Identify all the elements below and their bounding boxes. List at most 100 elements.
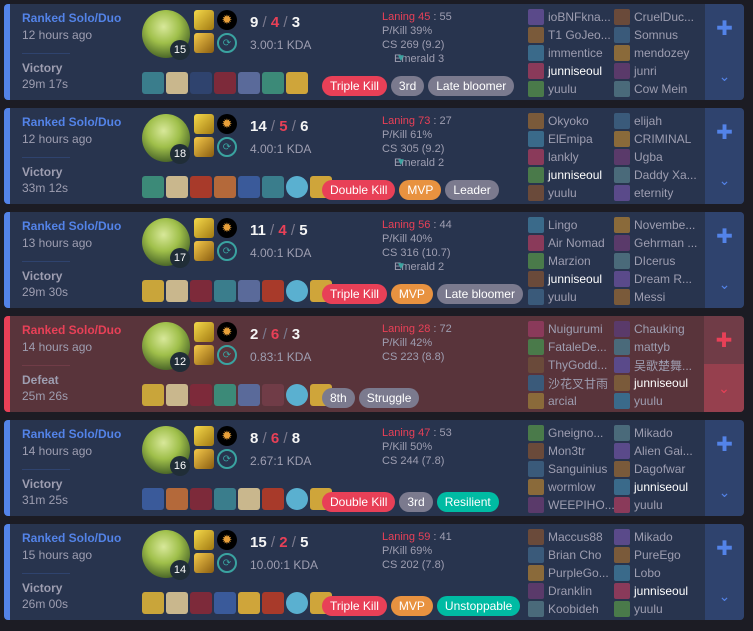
participant[interactable]: Cow Mein — [614, 80, 700, 98]
participant-name[interactable]: Lingo — [548, 218, 577, 232]
keystone-rune-icon[interactable]: ✹ — [217, 114, 237, 134]
participant[interactable]: T1 GoJeo... — [528, 26, 614, 44]
participant[interactable]: ElEmipa — [528, 130, 614, 148]
participant[interactable]: Lobo — [614, 564, 700, 582]
participant-name[interactable]: yuulu — [548, 82, 577, 96]
participant[interactable]: ThyGodd... — [528, 356, 614, 374]
item-icon[interactable] — [262, 72, 284, 94]
participant[interactable]: wormlow — [528, 478, 614, 496]
participant[interactable]: CruelDuc... — [614, 8, 700, 26]
participant[interactable]: Sanguinius — [528, 460, 614, 478]
participant-name[interactable]: Nuigurumi — [548, 322, 603, 336]
participant[interactable]: Air Nomad — [528, 234, 614, 252]
flash-icon[interactable] — [194, 10, 214, 30]
participant-name[interactable]: eternity — [634, 186, 673, 200]
participant-name[interactable]: FataleDe... — [548, 340, 607, 354]
summoner-spell-icon[interactable] — [194, 449, 214, 469]
item-icon[interactable] — [214, 176, 236, 198]
participant-name[interactable]: junniseoul — [634, 480, 688, 494]
participant-name[interactable]: immentice — [548, 46, 603, 60]
summoner-spell-icon[interactable] — [194, 345, 214, 365]
share-icon[interactable]: ✚ — [705, 420, 744, 468]
participant[interactable]: Ugba — [614, 148, 700, 166]
participant[interactable]: Nuigurumi — [528, 320, 614, 338]
keystone-rune-icon[interactable]: ✹ — [217, 322, 237, 342]
participant-name[interactable]: Marzion — [548, 254, 591, 268]
chevron-down-icon[interactable]: ⌄ — [705, 468, 744, 516]
secondary-rune-icon[interactable]: ⟳ — [217, 33, 237, 53]
participant[interactable]: yuulu — [614, 392, 700, 410]
trinket-icon[interactable] — [286, 176, 308, 198]
participant[interactable]: junniseoul — [528, 270, 614, 288]
match-card[interactable]: Ranked Solo/Duo 14 hours ago Defeat 25m 26s… — [4, 316, 744, 412]
participant-name[interactable]: junniseoul — [634, 376, 688, 390]
participant[interactable]: yuulu — [528, 184, 614, 202]
participant[interactable]: Dranklin — [528, 582, 614, 600]
participant-name[interactable]: ThyGodd... — [548, 358, 607, 372]
item-icon[interactable] — [190, 176, 212, 198]
participant-name[interactable]: CRIMINAL — [634, 132, 691, 146]
participant[interactable]: junniseoul — [528, 62, 614, 80]
participant-name[interactable]: lankly — [548, 150, 579, 164]
participant-name[interactable]: PureEgo — [634, 548, 681, 562]
participant[interactable]: elijah — [614, 112, 700, 130]
participant-name[interactable]: Messi — [634, 290, 665, 304]
trinket-icon[interactable] — [286, 384, 308, 406]
item-icon[interactable] — [238, 176, 260, 198]
share-icon[interactable]: ✚ — [704, 316, 744, 364]
item-icon[interactable] — [190, 280, 212, 302]
participant[interactable]: Okyoko — [528, 112, 614, 130]
summoner-spell-icon[interactable] — [194, 33, 214, 53]
participant[interactable]: Chauking — [614, 320, 700, 338]
participant-name[interactable]: T1 GoJeo... — [548, 28, 611, 42]
participant[interactable]: ioBNFkna... — [528, 8, 614, 26]
share-icon[interactable]: ✚ — [705, 212, 744, 260]
participant-name[interactable]: ElEmipa — [548, 132, 593, 146]
participant[interactable]: lankly — [528, 148, 614, 166]
item-icon[interactable] — [190, 488, 212, 510]
item-icon[interactable] — [262, 488, 284, 510]
item-icon[interactable] — [238, 592, 260, 614]
participant[interactable]: Somnus — [614, 26, 700, 44]
participant-name[interactable]: ioBNFkna... — [548, 10, 611, 24]
secondary-rune-icon[interactable]: ⟳ — [217, 449, 237, 469]
participant[interactable]: 吴歌楚舞... — [614, 356, 700, 374]
participant[interactable]: Brian Cho — [528, 546, 614, 564]
item-icon[interactable] — [214, 280, 236, 302]
flash-icon[interactable] — [194, 114, 214, 134]
participant-name[interactable]: Air Nomad — [548, 236, 605, 250]
participant[interactable]: Messi — [614, 288, 700, 306]
item-icon[interactable] — [190, 72, 212, 94]
keystone-rune-icon[interactable]: ✹ — [217, 10, 237, 30]
participant-name[interactable]: yuulu — [634, 498, 663, 512]
participant-name[interactable]: wormlow — [548, 480, 595, 494]
item-icon[interactable] — [238, 488, 260, 510]
participant[interactable]: 沙花叉甘雨 — [528, 374, 614, 392]
participant-name[interactable]: Koobideh — [548, 602, 599, 616]
item-icon[interactable] — [166, 384, 188, 406]
chevron-down-icon[interactable]: ⌄ — [705, 260, 744, 308]
participant[interactable]: Mon3tr — [528, 442, 614, 460]
participant[interactable]: PureEgo — [614, 546, 700, 564]
participant-name[interactable]: WEEPIHO... — [548, 498, 614, 512]
match-card[interactable]: Ranked Solo/Duo 15 hours ago Victory 26m 00… — [4, 524, 744, 620]
match-card[interactable]: Ranked Solo/Duo 12 hours ago Victory 33m 12… — [4, 108, 744, 204]
participant-name[interactable]: yuulu — [548, 186, 577, 200]
participant-name[interactable]: Daddy Xa... — [634, 168, 697, 182]
participant-name[interactable]: Sanguinius — [548, 462, 607, 476]
participant[interactable]: CRIMINAL — [614, 130, 700, 148]
match-card[interactable]: Ranked Solo/Duo 13 hours ago Victory 29m 30… — [4, 212, 744, 308]
participant[interactable]: PurpleGo... — [528, 564, 614, 582]
participant[interactable]: Lingo — [528, 216, 614, 234]
chevron-down-icon[interactable]: ⌄ — [705, 52, 744, 100]
item-icon[interactable] — [166, 72, 188, 94]
participant[interactable]: mattyb — [614, 338, 700, 356]
item-icon[interactable] — [238, 384, 260, 406]
summoner-spell-icon[interactable] — [194, 241, 214, 261]
participant-name[interactable]: Cow Mein — [634, 82, 687, 96]
chevron-down-icon[interactable]: ⌄ — [705, 572, 744, 620]
flash-icon[interactable] — [194, 218, 214, 238]
participant[interactable]: junri — [614, 62, 700, 80]
participant-name[interactable]: yuulu — [634, 602, 663, 616]
trinket-icon[interactable] — [286, 280, 308, 302]
